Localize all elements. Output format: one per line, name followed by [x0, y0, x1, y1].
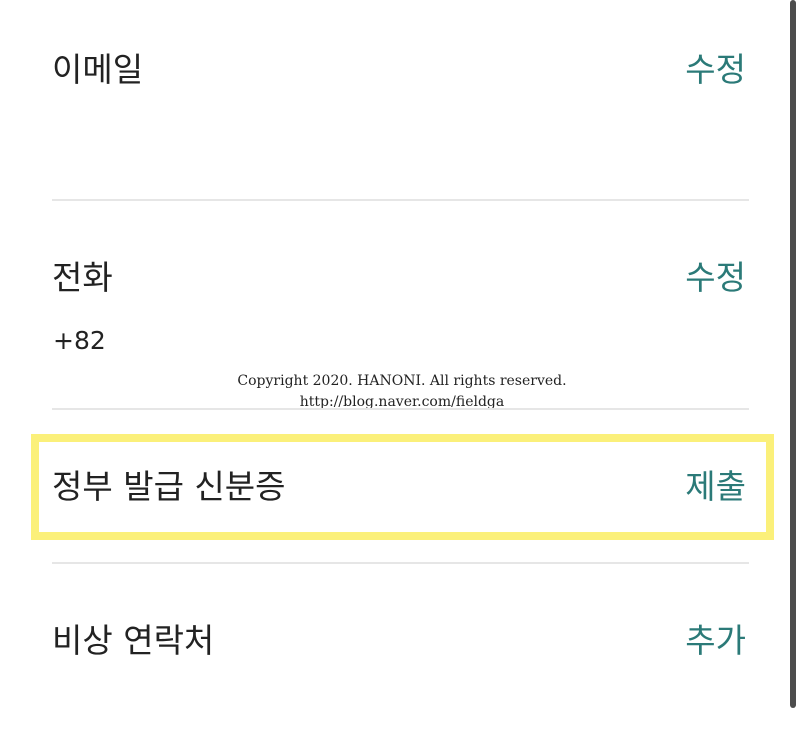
government-id-submit-button[interactable]: 제출 — [685, 467, 746, 507]
phone-label: 전화 — [52, 258, 113, 297]
divider — [52, 408, 749, 410]
divider — [52, 562, 749, 564]
divider — [52, 199, 749, 201]
email-label: 이메일 — [52, 50, 144, 89]
copyright-watermark: Copyright 2020. HANONI. All rights reser… — [200, 371, 604, 413]
phone-value: +82 — [53, 326, 106, 355]
copyright-line: Copyright 2020. HANONI. All rights reser… — [237, 373, 567, 389]
email-edit-button[interactable]: 수정 — [685, 50, 746, 90]
phone-edit-button[interactable]: 수정 — [685, 258, 746, 298]
emergency-contact-label: 비상 연락처 — [52, 621, 215, 660]
scrollbar[interactable] — [790, 0, 796, 708]
emergency-contact-add-button[interactable]: 추가 — [685, 621, 746, 661]
government-id-label: 정부 발급 신분증 — [52, 467, 286, 506]
